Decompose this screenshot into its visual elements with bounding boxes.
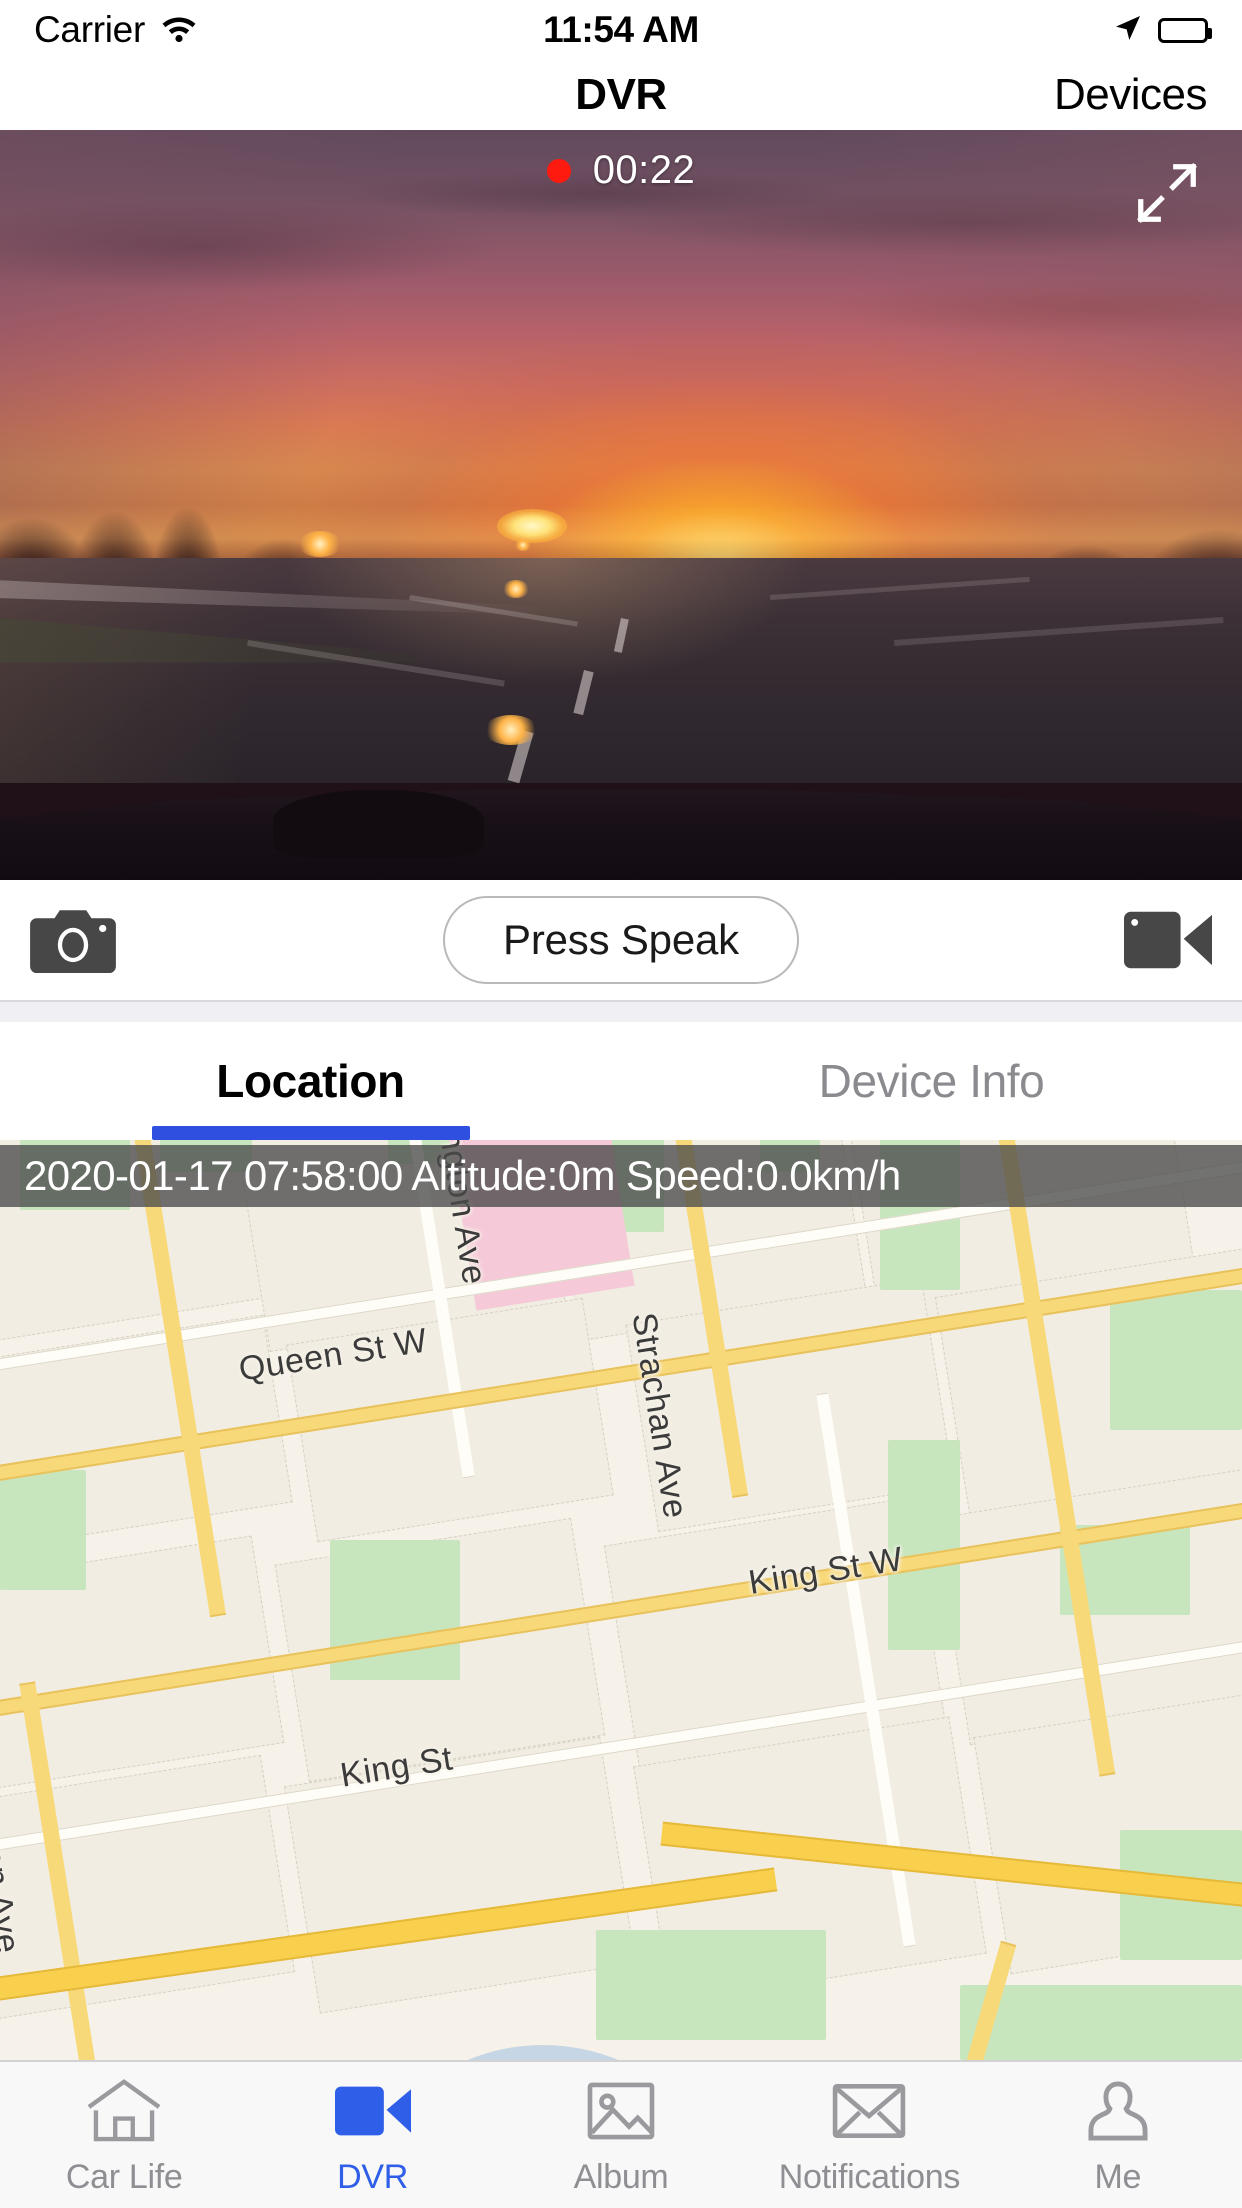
tab-location-label: Location <box>216 1055 405 1107</box>
vehicle-light <box>515 538 532 551</box>
bottom-tab-bar: Car Life DVR Album Notifications Me <box>0 2060 1242 2208</box>
control-bar: Press Speak <box>0 880 1242 1000</box>
map-park-area <box>0 1470 86 1590</box>
section-divider-line <box>0 1000 1242 1002</box>
video-camera-icon <box>334 2074 411 2148</box>
section-divider <box>0 1000 1242 1022</box>
tab-car-life-label: Car Life <box>65 2157 183 2196</box>
recording-timer: 00:22 <box>592 148 696 192</box>
status-bar: Carrier 11:54 AM <box>0 0 1242 60</box>
record-dot-icon <box>546 158 571 183</box>
location-arrow-icon <box>1112 12 1144 49</box>
tab-device-info-label: Device Info <box>818 1055 1045 1107</box>
video-camera-icon[interactable] <box>1124 909 1212 971</box>
envelope-icon <box>832 2074 906 2148</box>
person-icon <box>1085 2074 1151 2148</box>
tab-me-label: Me <box>1094 2157 1142 2196</box>
status-bar-time: 11:54 AM <box>543 9 699 50</box>
vehicle-light <box>503 580 529 598</box>
tab-car-life[interactable]: Car Life <box>0 2062 248 2208</box>
tab-notifications-label: Notifications <box>778 2157 961 2196</box>
map-view[interactable]: Queen St W King St W King St Strachan Av… <box>0 1140 1242 2060</box>
photo-icon <box>586 2074 656 2148</box>
app-root: Carrier 11:54 AM DVR Devices 00:22 Press… <box>0 0 1242 2208</box>
section-tabs: Location Device Info <box>0 1022 1242 1140</box>
devices-button[interactable]: Devices <box>1054 70 1208 120</box>
tab-dvr[interactable]: DVR <box>248 2062 496 2208</box>
page-title: DVR <box>575 70 667 119</box>
map-park-area <box>1110 1290 1242 1430</box>
tab-dvr-label: DVR <box>337 2157 409 2196</box>
tab-notifications[interactable]: Notifications <box>745 2062 993 2208</box>
expand-fullscreen-icon[interactable] <box>1132 158 1202 228</box>
battery-icon <box>1158 17 1212 43</box>
map-park-area <box>960 1985 1242 2060</box>
recording-indicator: 00:22 <box>0 148 1242 193</box>
camera-icon[interactable] <box>30 907 116 973</box>
tab-device-info[interactable]: Device Info <box>621 1022 1242 1140</box>
video-wiper <box>273 790 485 858</box>
home-icon <box>86 2074 162 2148</box>
video-feed[interactable]: 00:22 <box>0 130 1242 880</box>
gps-info-text: 2020-01-17 07:58:00 Altitude:0m Speed:0.… <box>24 1152 901 1199</box>
press-speak-button[interactable]: Press Speak <box>443 896 799 984</box>
tab-location[interactable]: Location <box>0 1022 621 1140</box>
tab-active-underline <box>151 1126 470 1140</box>
vehicle-light <box>484 715 539 745</box>
navigation-bar: DVR Devices <box>0 60 1242 130</box>
press-speak-label: Press Speak <box>503 916 739 963</box>
status-bar-right <box>1112 12 1212 49</box>
tab-album[interactable]: Album <box>497 2062 745 2208</box>
gps-info-bar: 2020-01-17 07:58:00 Altitude:0m Speed:0.… <box>0 1145 1242 1207</box>
video-car-hood <box>0 789 1242 880</box>
tab-me[interactable]: Me <box>994 2062 1242 2208</box>
tab-album-label: Album <box>573 2157 669 2196</box>
map-park-area <box>596 1930 826 2040</box>
